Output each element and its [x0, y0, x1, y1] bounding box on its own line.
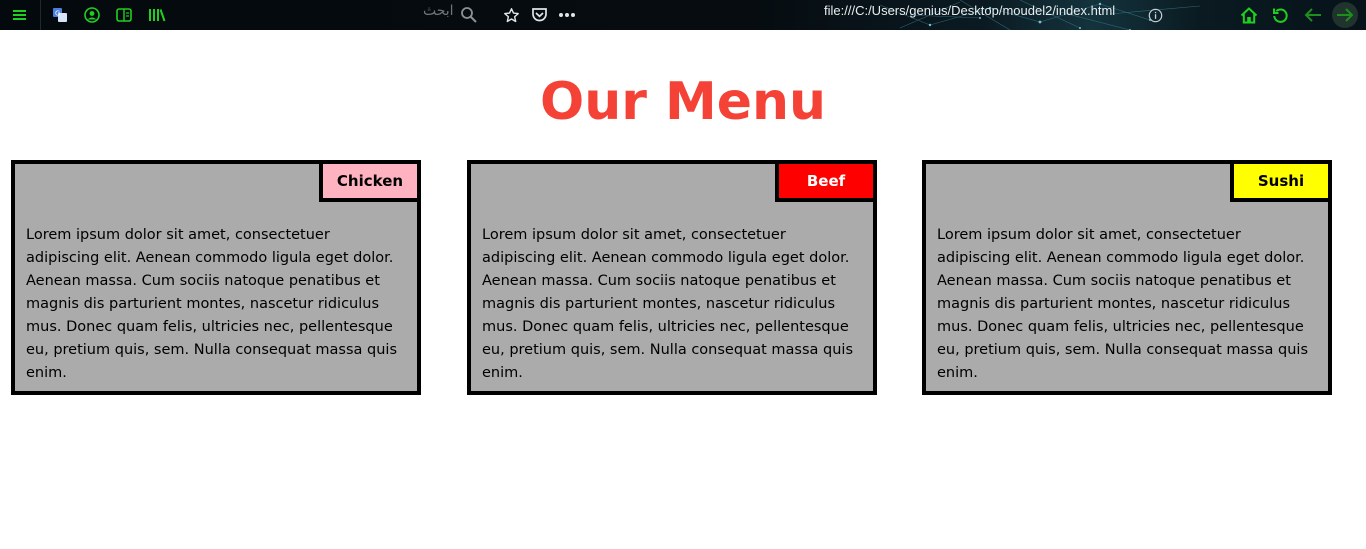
card-tag-beef: Beef	[775, 164, 873, 202]
toolbar-separator	[40, 0, 41, 30]
svg-text:G: G	[55, 10, 60, 18]
menu-card-chicken: Chicken Lorem ipsum dolor sit amet, cons…	[11, 160, 421, 395]
card-tag-sushi: Sushi	[1230, 164, 1328, 202]
page-title: Our Menu	[539, 72, 827, 132]
more-icon[interactable]	[557, 0, 577, 30]
search-field[interactable]: ابحث	[423, 0, 454, 30]
search-icon[interactable]	[459, 0, 479, 30]
card-description: Lorem ipsum dolor sit amet, consectetuer…	[482, 227, 854, 381]
forward-icon[interactable]	[1330, 0, 1360, 30]
pocket-icon[interactable]	[529, 0, 549, 30]
menu-card-beef: Beef Lorem ipsum dolor sit amet, consect…	[467, 160, 877, 395]
card-description: Lorem ipsum dolor sit amet, consectetuer…	[26, 227, 398, 381]
back-icon[interactable]	[1302, 0, 1324, 30]
reader-view-icon[interactable]	[115, 0, 133, 30]
browser-toolbar: G ابحث file:///C:/Users/genius/Desktop/m…	[0, 0, 1366, 30]
home-icon[interactable]	[1239, 0, 1259, 30]
card-tag-chicken: Chicken	[319, 164, 417, 202]
url-bar[interactable]: file:///C:/Users/genius/Desktop/moudel2/…	[824, 0, 1115, 30]
account-icon[interactable]	[83, 0, 101, 30]
bookmark-star-icon[interactable]	[501, 0, 521, 30]
reload-icon[interactable]	[1270, 0, 1290, 30]
menu-icon[interactable]	[10, 0, 28, 30]
translate-icon[interactable]: G	[51, 0, 69, 30]
info-icon[interactable]	[1146, 0, 1164, 30]
card-description: Lorem ipsum dolor sit amet, consectetuer…	[937, 227, 1309, 381]
menu-card-sushi: Sushi Lorem ipsum dolor sit amet, consec…	[922, 160, 1332, 395]
library-icon[interactable]	[147, 0, 167, 30]
